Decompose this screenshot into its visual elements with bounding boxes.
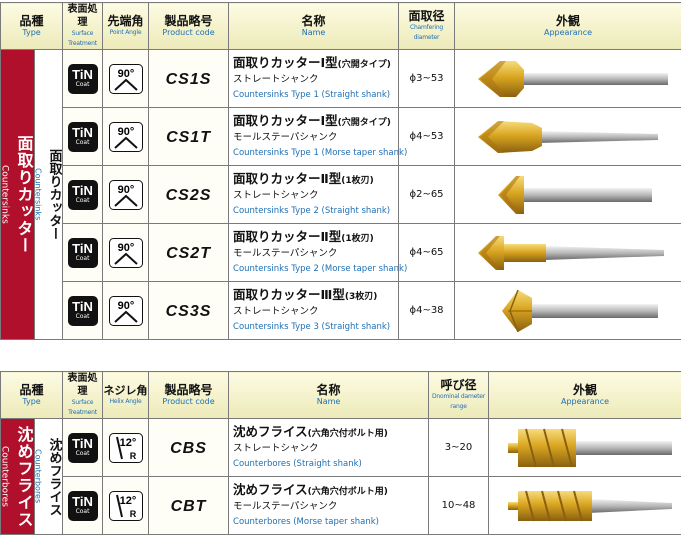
countersink-tool-image <box>458 112 678 162</box>
surface-cell: TiNCoat <box>63 224 103 282</box>
name-cell: 沈めフライス(六角穴付ボルト用)ストレートシャンクCounterbores (S… <box>229 419 429 477</box>
surface-cell: TiNCoat <box>63 419 103 477</box>
angle-cell: 90° <box>103 282 149 340</box>
code-cell: CS1S <box>149 50 229 108</box>
svg-text:12°: 12° <box>119 437 136 449</box>
table-header: 品種Type 表面処理Surface Treatment ネジレ角Helix A… <box>1 372 681 419</box>
surface-cell: TiNCoat <box>63 166 103 224</box>
code-cell: CS2T <box>149 224 229 282</box>
table-header: 品種Type 表面処理Surface Treatment 先端角Point An… <box>1 3 681 50</box>
point-angle-90-icon: 90° <box>109 122 143 152</box>
header-type: 品種Type <box>1 3 63 50</box>
surface-cell: TiNCoat <box>63 108 103 166</box>
point-angle-90-icon: 90° <box>109 180 143 210</box>
tin-coat-badge: TiNCoat <box>68 433 98 463</box>
svg-text:90°: 90° <box>117 242 134 254</box>
table-row: TiNCoat 90° CS1T 面取りカッターⅠ型(穴開タイプ)モールステーパ… <box>1 108 681 166</box>
countersink-tool-image <box>458 170 678 220</box>
header-surface: 表面処理Surface Treatment <box>63 372 103 419</box>
surface-cell: TiNCoat <box>63 477 103 535</box>
table-row: TiNCoat 12° R CBT 沈めフライス(六角穴付ボルト用)モールステーパ… <box>1 477 681 535</box>
code-cell: CS2S <box>149 166 229 224</box>
countersink-tool-image <box>458 286 678 336</box>
angle-cell: 90° <box>103 224 149 282</box>
point-angle-90-icon: 90° <box>109 238 143 268</box>
angle-cell: 12° R <box>103 419 149 477</box>
header-name: 名称Name <box>229 372 429 419</box>
counterbores-table: 品種Type 表面処理Surface Treatment ネジレ角Helix A… <box>0 371 681 535</box>
tin-coat-badge: TiNCoat <box>68 238 98 268</box>
point-angle-90-icon: 90° <box>109 296 143 326</box>
tin-coat-badge: TiNCoat <box>68 64 98 94</box>
diameter-cell: 3~20 <box>429 419 489 477</box>
table-row: 沈めフライスCounterbores 沈めフライスCounterbores Ti… <box>1 419 681 477</box>
header-diameter: 面取径Chamfering diameter <box>399 3 455 50</box>
svg-text:R: R <box>129 509 136 519</box>
header-appearance: 外観Appearance <box>455 3 681 50</box>
name-cell: 面取りカッターⅠ型(穴開タイプ)モールステーパシャンクCountersinks … <box>229 108 399 166</box>
header-surface: 表面処理Surface Treatment <box>63 3 103 50</box>
header-appearance: 外観Appearance <box>489 372 681 419</box>
angle-cell: 90° <box>103 50 149 108</box>
tin-coat-badge: TiNCoat <box>68 180 98 210</box>
diameter-cell: ϕ2~65 <box>399 166 455 224</box>
countersink-tool-image <box>458 228 678 278</box>
name-cell: 面取りカッターⅡ型(1枚刃)モールステーパシャンクCountersinks Ty… <box>229 224 399 282</box>
angle-cell: 12° R <box>103 477 149 535</box>
diameter-cell: 10~48 <box>429 477 489 535</box>
helix-angle-12-icon: 12° R <box>109 491 143 521</box>
name-cell: 面取りカッターⅠ型(穴開タイプ)ストレートシャンクCountersinks Ty… <box>229 50 399 108</box>
header-type: 品種Type <box>1 372 63 419</box>
name-cell: 沈めフライス(六角穴付ボルト用)モールステーパシャンクCounterbores … <box>229 477 429 535</box>
tin-coat-badge: TiNCoat <box>68 122 98 152</box>
appearance-cell <box>455 108 681 166</box>
countersinks-table: 品種Type 表面処理Surface Treatment 先端角Point An… <box>0 2 681 340</box>
table-row: TiNCoat 90° CS3S 面取りカッターⅢ型(3枚刃)ストレートシャンク… <box>1 282 681 340</box>
tin-coat-badge: TiNCoat <box>68 491 98 521</box>
type-sub-cell: 沈めフライスCounterbores <box>35 419 63 535</box>
type-main-cell: 面取りカッターCountersinks <box>1 50 35 340</box>
appearance-cell <box>455 282 681 340</box>
svg-text:90°: 90° <box>117 68 134 80</box>
header-diameter: 呼び径Dnominal dameter range <box>429 372 489 419</box>
header-name: 名称Name <box>229 3 399 50</box>
header-angle: ネジレ角Helix Angle <box>103 372 149 419</box>
table-row: 面取りカッターCountersinks 面取りカッターCountersinks … <box>1 50 681 108</box>
header-code: 製品略号Product code <box>149 3 229 50</box>
counterbore-tool-image <box>492 481 678 531</box>
code-cell: CBT <box>149 477 229 535</box>
svg-text:90°: 90° <box>117 126 134 138</box>
code-cell: CS1T <box>149 108 229 166</box>
type-sub-cell: 面取りカッターCountersinks <box>35 50 63 340</box>
surface-cell: TiNCoat <box>63 282 103 340</box>
svg-text:90°: 90° <box>117 300 134 312</box>
table-row: TiNCoat 90° CS2S 面取りカッターⅡ型(1枚刃)ストレートシャンク… <box>1 166 681 224</box>
tin-coat-badge: TiNCoat <box>68 296 98 326</box>
counterbore-tool-image <box>492 423 678 473</box>
point-angle-90-icon: 90° <box>109 64 143 94</box>
table-row: TiNCoat 90° CS2T 面取りカッターⅡ型(1枚刃)モールステーパシャ… <box>1 224 681 282</box>
header-code: 製品略号Product code <box>149 372 229 419</box>
code-cell: CBS <box>149 419 229 477</box>
header-angle: 先端角Point Angle <box>103 3 149 50</box>
name-cell: 面取りカッターⅡ型(1枚刃)ストレートシャンクCountersinks Type… <box>229 166 399 224</box>
helix-angle-12-icon: 12° R <box>109 433 143 463</box>
appearance-cell <box>489 419 681 477</box>
countersink-tool-image <box>458 54 678 104</box>
surface-cell: TiNCoat <box>63 50 103 108</box>
angle-cell: 90° <box>103 166 149 224</box>
name-cell: 面取りカッターⅢ型(3枚刃)ストレートシャンクCountersinks Type… <box>229 282 399 340</box>
appearance-cell <box>489 477 681 535</box>
code-cell: CS3S <box>149 282 229 340</box>
diameter-cell: ϕ4~38 <box>399 282 455 340</box>
appearance-cell <box>455 224 681 282</box>
appearance-cell <box>455 50 681 108</box>
svg-text:12°: 12° <box>119 495 136 507</box>
type-main-cell: 沈めフライスCounterbores <box>1 419 35 535</box>
angle-cell: 90° <box>103 108 149 166</box>
appearance-cell <box>455 166 681 224</box>
diameter-cell: ϕ3~53 <box>399 50 455 108</box>
svg-text:90°: 90° <box>117 184 134 196</box>
svg-text:R: R <box>129 451 136 461</box>
